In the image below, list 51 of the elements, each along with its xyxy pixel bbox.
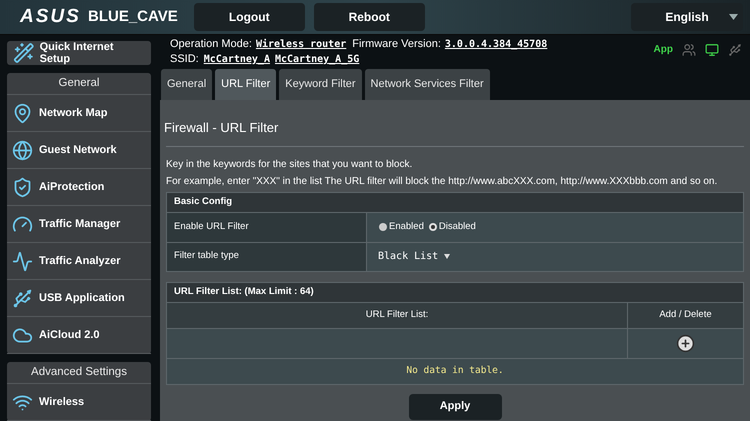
radio-option[interactable]: Disabled (428, 220, 476, 234)
tab[interactable]: General (161, 69, 212, 100)
menu-item[interactable]: Traffic Manager (7, 206, 151, 243)
field-label: SSID: (170, 52, 199, 67)
mode-link[interactable]: Wireless router (256, 37, 346, 52)
page-title: Firewall - URL Filter (164, 119, 280, 137)
setting-label: Enable URL Filter (174, 220, 249, 234)
menu-item[interactable]: AiCloud 2.0 (7, 317, 151, 354)
quick-setup-button[interactable]: Quick Internet Setup (7, 41, 151, 65)
header-button[interactable]: Logout (194, 3, 305, 31)
brand-logo: ASUS (20, 4, 82, 29)
clients-icon[interactable] (682, 42, 696, 56)
field-label: Firmware Version: (352, 37, 441, 52)
tab[interactable]: URL Filter (215, 69, 276, 100)
column-header: URL Filter List: (366, 308, 428, 322)
usb-icon[interactable] (728, 42, 742, 56)
header-button[interactable]: Reboot (314, 3, 425, 31)
menu-item[interactable]: Guest Network (7, 132, 151, 169)
menu-item[interactable]: AiProtection (7, 169, 151, 206)
radio-button[interactable] (428, 223, 437, 231)
tab[interactable]: Network Services Filter (364, 69, 490, 100)
description-text: Key in the keywords for the sites that you want to block. (166, 158, 414, 172)
monitor-icon[interactable] (705, 42, 719, 56)
table-title: Basic Config (174, 194, 232, 209)
section-title: Advanced Settings (31, 364, 127, 380)
tab[interactable]: Keyword Filter (279, 69, 362, 100)
menu-item[interactable]: USB Application (7, 280, 151, 317)
ssid-link[interactable]: McCartney_A_5G (274, 52, 360, 67)
caret-icon (729, 14, 738, 20)
radio-option[interactable]: Enabled (379, 220, 424, 234)
menu-item[interactable]: Network Map (7, 95, 151, 132)
add-icon[interactable] (676, 334, 695, 352)
empty-message: No data in table. (406, 364, 504, 378)
setting-label: Filter table type (174, 249, 239, 264)
column-header: Add / Delete (659, 308, 712, 322)
model-name: BLUE_CAVE (88, 6, 178, 27)
description-text: For example, enter "XXX" in the list The URL filter will block the http://www.abcXXX.com, http://www.XXXbbb.com and so on. (166, 174, 718, 188)
apply-button[interactable]: Apply (408, 394, 502, 420)
table-title: URL Filter List: (Max Limit : 64) (174, 284, 314, 299)
app-link[interactable]: App (654, 42, 673, 57)
wand-icon (13, 42, 35, 64)
type-dropdown[interactable]: Black List (367, 242, 462, 270)
ssid-link[interactable]: McCartney_A (204, 52, 270, 67)
radio-button[interactable] (379, 223, 387, 231)
section-title: General (58, 76, 100, 91)
language-dropdown[interactable]: English (631, 3, 743, 31)
menu-item[interactable]: Traffic Analyzer (7, 243, 151, 280)
field-label: Operation Mode: (170, 37, 252, 52)
menu-item[interactable]: Wireless (7, 384, 151, 421)
caret-icon (444, 254, 450, 259)
firmware-link[interactable]: 3.0.0.4.384_45708 (444, 37, 548, 52)
